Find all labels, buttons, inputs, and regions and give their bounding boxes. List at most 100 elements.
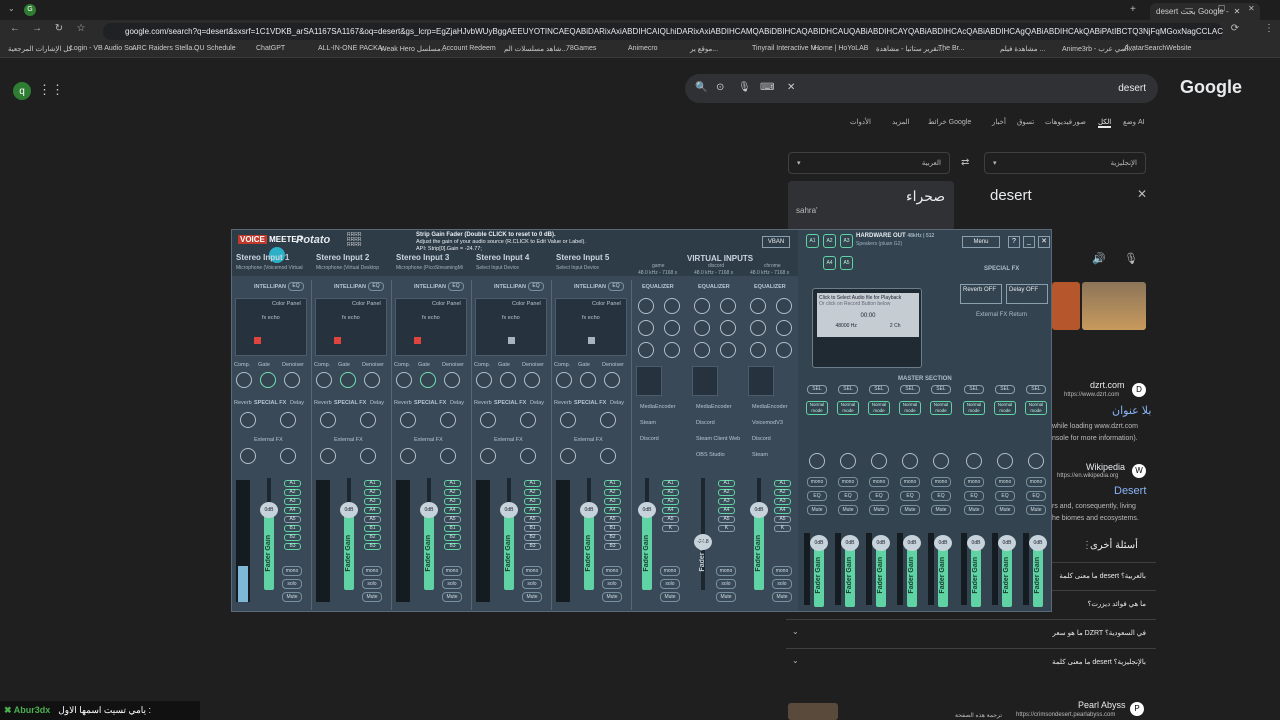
bus-a3-button[interactable]: A3 <box>604 498 621 505</box>
intellipan-pad[interactable]: Color Panel fx echo <box>235 298 307 356</box>
app-entry[interactable]: Steam <box>640 420 656 426</box>
avatar[interactable]: q <box>13 82 31 100</box>
solo-button[interactable]: solo <box>362 579 382 589</box>
bus-a1-button[interactable]: A1 <box>774 480 791 487</box>
bus-a4-button[interactable]: A4 <box>718 507 735 514</box>
bus-a3-button[interactable]: A3 <box>284 498 301 505</box>
eq-button[interactable]: EQ <box>869 491 889 501</box>
comp-knob[interactable] <box>396 372 412 388</box>
bus-b1-button[interactable]: B1 <box>284 525 301 532</box>
address-bar[interactable]: google.com/search?q=desert&sxsrf=1C1VDKB… <box>103 23 1223 40</box>
eq-button[interactable]: EQ <box>995 491 1015 501</box>
search-tab[interactable]: خرائط Google <box>928 118 971 126</box>
eq-knob[interactable] <box>664 298 680 314</box>
mode-button[interactable]: Normal mode <box>930 401 952 415</box>
strip-name[interactable]: Stereo Input 2 <box>316 253 369 262</box>
master-knob[interactable] <box>966 453 982 469</box>
intellipan-pad[interactable]: Color Panel fx echo <box>475 298 547 356</box>
mode-button[interactable]: Normal mode <box>994 401 1016 415</box>
fader-cap[interactable]: 0dB <box>750 502 768 518</box>
mute-button[interactable]: Mute <box>964 505 984 515</box>
bus-a1-button[interactable]: A1 <box>662 480 679 487</box>
pan-position-dot[interactable] <box>334 337 341 344</box>
denoiser-knob[interactable] <box>524 372 540 388</box>
bus-a2-button[interactable]: A2 <box>718 489 735 496</box>
mute-button[interactable]: Mute <box>602 592 622 602</box>
sel-button[interactable]: SEL <box>931 385 951 394</box>
record-buttons[interactable]: RRRR RRRR RRRR <box>347 233 385 251</box>
output-a4-button[interactable]: A4 <box>823 256 836 270</box>
bus-a2-button[interactable]: A2 <box>524 489 541 496</box>
output-a1-button[interactable]: A1 <box>806 234 819 248</box>
target-language-select[interactable]: ▾ العربية <box>788 152 950 174</box>
fader-cap[interactable]: 0dB <box>638 502 656 518</box>
eq-knob[interactable] <box>776 320 792 336</box>
bookmark-item[interactable]: Account Redeem <box>442 45 496 52</box>
eq-button[interactable]: EQ <box>528 282 544 291</box>
bookmark-item[interactable]: The Br... <box>938 45 964 52</box>
mono-button[interactable]: mono <box>602 566 622 576</box>
mute-button[interactable]: Mute <box>772 592 792 602</box>
bus-a1-button[interactable]: A1 <box>604 480 621 487</box>
external-fx-knob[interactable] <box>600 448 616 464</box>
help-icon[interactable]: ? <box>1008 236 1020 248</box>
search-tab[interactable]: صور <box>1073 118 1086 126</box>
comp-knob[interactable] <box>316 372 332 388</box>
gate-knob[interactable] <box>260 372 276 388</box>
search-tab[interactable]: فيديوهات <box>1045 118 1072 126</box>
bus-a3-button[interactable]: A3 <box>444 498 461 505</box>
app-entry[interactable]: Discord <box>640 436 659 442</box>
fader-cap[interactable]: 0dB <box>340 502 358 518</box>
mono-button[interactable]: mono <box>931 477 951 487</box>
external-fx-knob[interactable] <box>440 448 456 464</box>
external-fx-knob[interactable] <box>520 448 536 464</box>
mode-button[interactable]: Normal mode <box>837 401 859 415</box>
eq-knob[interactable] <box>694 320 710 336</box>
bus-a2-button[interactable]: A2 <box>662 489 679 496</box>
delay-knob[interactable] <box>520 412 536 428</box>
eq-knob[interactable] <box>638 298 654 314</box>
tab-search-icon[interactable]: ⌄ <box>8 4 15 13</box>
app-entry[interactable]: Steam Client Web <box>696 436 740 442</box>
bookmark-item[interactable]: Tinyrail Interactive M... <box>752 45 822 52</box>
strip-device[interactable]: Microphone (Virtual Desktop <box>316 265 379 271</box>
sel-button[interactable]: SEL <box>995 385 1015 394</box>
bus-a5-button[interactable]: A5 <box>364 516 381 523</box>
eq-knob[interactable] <box>750 320 766 336</box>
paa-question[interactable]: ⌄ ما هو سعر DZRT في السعودية؟ <box>786 619 1156 645</box>
sel-button[interactable]: SEL <box>869 385 889 394</box>
mono-button[interactable]: mono <box>660 566 680 576</box>
solo-button[interactable]: solo <box>282 579 302 589</box>
fader-cap[interactable]: 0dB <box>872 535 890 551</box>
mute-button[interactable]: Mute <box>362 592 382 602</box>
mono-button[interactable]: mono <box>442 566 462 576</box>
comp-knob[interactable] <box>556 372 572 388</box>
bus-b1-button[interactable]: B1 <box>444 525 461 532</box>
search-tab[interactable]: أخبار <box>992 118 1006 126</box>
eq-button[interactable]: EQ <box>288 282 304 291</box>
forward-icon[interactable]: → <box>30 23 44 34</box>
mute-button[interactable]: Mute <box>931 505 951 515</box>
maximize-icon[interactable]: ☐ <box>1218 4 1225 13</box>
eq-button[interactable]: EQ <box>608 282 624 291</box>
bus-a3-button[interactable]: A3 <box>524 498 541 505</box>
source-language-select[interactable]: ▾ الإنجليزية <box>984 152 1146 174</box>
bus-b2-button[interactable]: B2 <box>364 534 381 541</box>
bus-a4-button[interactable]: A4 <box>604 507 621 514</box>
mono-button[interactable]: mono <box>838 477 858 487</box>
fader-cap[interactable]: 0dB <box>934 535 952 551</box>
bus-a2-button[interactable]: A2 <box>774 489 791 496</box>
mono-button[interactable]: mono <box>282 566 302 576</box>
fader-cap[interactable]: 0dB <box>998 535 1016 551</box>
pan-position-dot[interactable] <box>588 337 595 344</box>
master-knob[interactable] <box>1028 453 1044 469</box>
bookmark-item[interactable]: QU Schedule <box>194 45 236 52</box>
reverb-knob[interactable] <box>320 412 336 428</box>
app-entry[interactable]: Discord <box>696 420 715 426</box>
output-a2-button[interactable]: A2 <box>823 234 836 248</box>
pan-position-dot[interactable] <box>414 337 421 344</box>
reload-icon[interactable]: ↻ <box>52 23 66 34</box>
eq-button[interactable]: EQ <box>448 282 464 291</box>
eq-button[interactable]: EQ <box>807 491 827 501</box>
bus-a4-button[interactable]: A4 <box>524 507 541 514</box>
